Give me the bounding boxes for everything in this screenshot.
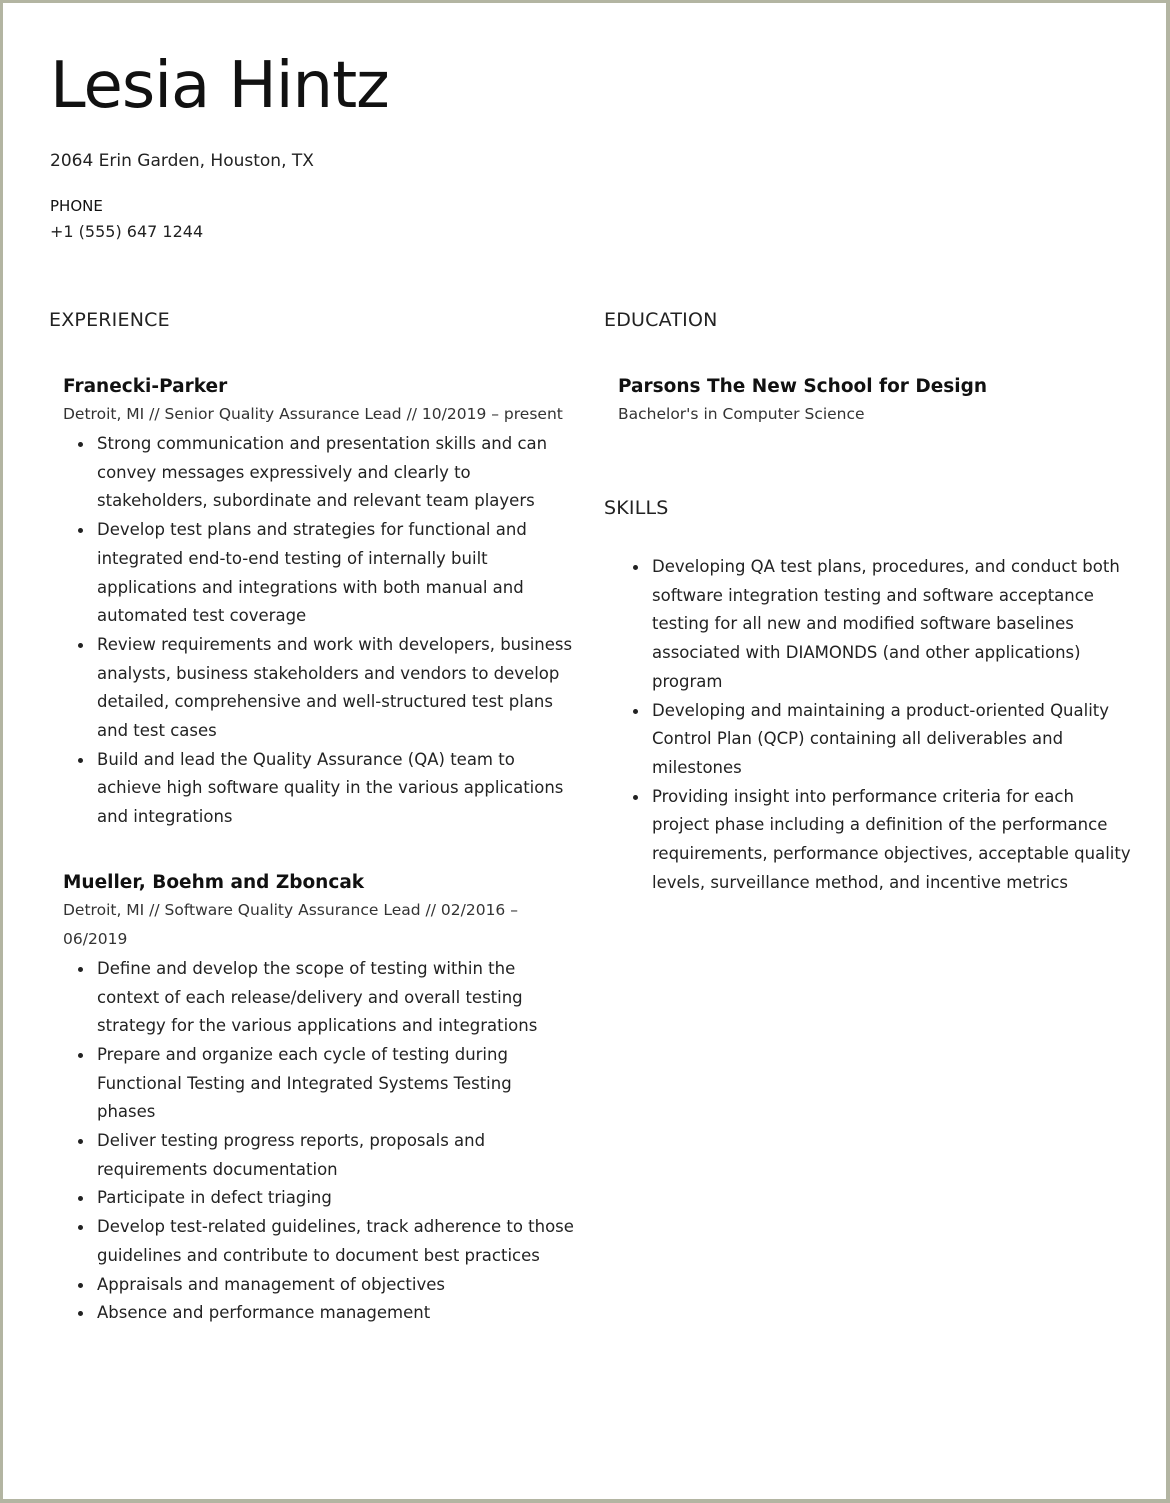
degree: Bachelor's in Computer Science [618, 405, 865, 423]
job-bullet: Participate in defect triaging [78, 1184, 574, 1213]
job-entry: Franecki-Parker Detroit, MI // Senior Qu… [63, 376, 574, 832]
job-bullet: Absence and performance management [78, 1299, 574, 1328]
skill-item: Developing QA test plans, procedures, an… [633, 553, 1134, 697]
address: 2064 Erin Garden, Houston, TX [50, 151, 314, 171]
skill-item: Providing insight into performance crite… [633, 783, 1134, 898]
education-heading: EDUCATION [604, 309, 718, 331]
skill-item: Developing and maintaining a product-ori… [633, 697, 1134, 783]
job-bullet: Develop test plans and strategies for fu… [78, 516, 574, 631]
phone-label: PHONE [50, 197, 103, 215]
job-bullet: Prepare and organize each cycle of testi… [78, 1041, 574, 1127]
skills-list: Developing QA test plans, procedures, an… [604, 553, 1134, 897]
job-bullet: Review requirements and work with develo… [78, 631, 574, 746]
resume-page: Lesia Hintz 2064 Erin Garden, Houston, T… [3, 3, 1166, 1499]
job-bullet: Strong communication and presentation sk… [78, 430, 574, 516]
job-bullet: Appraisals and management of objectives [78, 1271, 574, 1300]
job-bullet: Develop test-related guidelines, track a… [78, 1213, 574, 1270]
job-bullet: Build and lead the Quality Assurance (QA… [78, 746, 574, 832]
school-name: Parsons The New School for Design [618, 376, 988, 397]
job-bullet: Define and develop the scope of testing … [78, 955, 574, 1041]
skills-heading: SKILLS [604, 497, 669, 519]
job-company: Mueller, Boehm and Zboncak [63, 871, 365, 893]
job-company: Franecki-Parker [63, 376, 228, 397]
experience-heading: EXPERIENCE [49, 309, 170, 331]
phone-number: +1 (555) 647 1244 [50, 222, 204, 241]
education-entry: Parsons The New School for Design Bachel… [618, 376, 1134, 429]
right-column: EDUCATION Parsons The New School for Des… [604, 309, 1134, 897]
job-bullets: Strong communication and presentation sk… [63, 430, 574, 832]
candidate-name: Lesia Hintz [50, 49, 390, 123]
job-bullet: Deliver testing progress reports, propos… [78, 1127, 574, 1184]
experience-section: EXPERIENCE Franecki-Parker Detroit, MI /… [49, 309, 574, 1328]
job-bullets: Define and develop the scope of testing … [63, 955, 574, 1328]
education-section: EDUCATION Parsons The New School for Des… [604, 309, 1134, 429]
skills-section: SKILLS Developing QA test plans, procedu… [604, 497, 1134, 897]
job-entry: Mueller, Boehm and Zboncak Detroit, MI /… [63, 872, 574, 1328]
job-meta: Detroit, MI // Software Quality Assuranc… [63, 900, 518, 948]
job-meta: Detroit, MI // Senior Quality Assurance … [63, 405, 563, 423]
